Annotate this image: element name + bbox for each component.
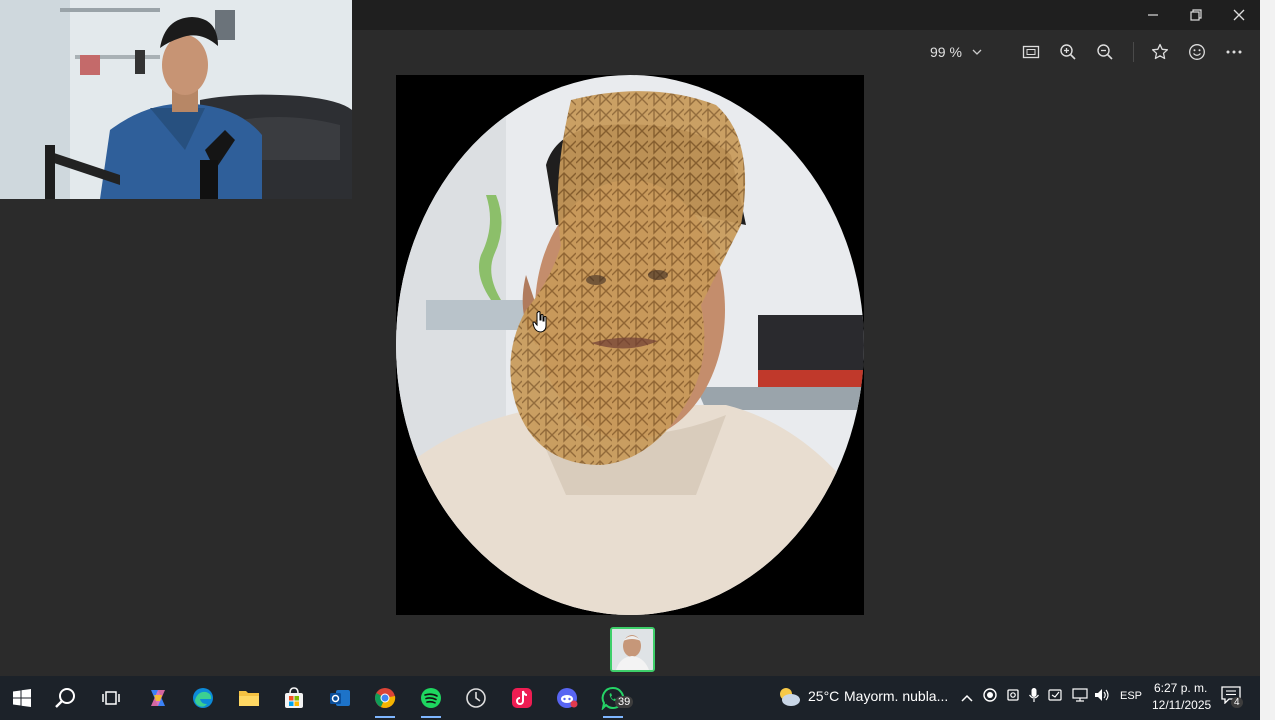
microphone-in-use-indicator[interactable]: [1028, 687, 1040, 708]
favorite-star-icon: [1151, 43, 1169, 60]
weather-widget-icon-button[interactable]: [776, 684, 802, 710]
clock-app-button[interactable]: [454, 676, 498, 720]
whatsapp-unread-badge: 39: [615, 696, 634, 708]
thumbnail-image: [612, 629, 653, 670]
task-view-button[interactable]: [89, 676, 133, 720]
chevron-down-icon: [972, 49, 982, 55]
microsoft-store-button[interactable]: [272, 676, 316, 720]
minimize-icon: [1148, 14, 1158, 16]
partly-cloudy-icon: [780, 688, 800, 706]
file-explorer-icon: [239, 691, 259, 706]
meet-now-button[interactable]: [1048, 688, 1064, 707]
chevron-up-icon: [961, 694, 973, 702]
file-explorer-button[interactable]: [227, 676, 271, 720]
zoom-dropdown[interactable]: 99 %: [930, 42, 982, 62]
spotify-button[interactable]: [409, 676, 453, 720]
input-language[interactable]: ESP: [1120, 690, 1142, 702]
clock-date[interactable]: 12/11/2025: [1152, 698, 1211, 712]
restore-icon: [1190, 9, 1202, 21]
network-button[interactable]: [1072, 688, 1088, 707]
more-options-icon: [1226, 50, 1242, 54]
windows-start-icon: [13, 689, 31, 707]
zoom-out-icon: [1097, 44, 1113, 60]
outlook-icon: [330, 690, 350, 706]
copilot-button[interactable]: [136, 676, 180, 720]
toolbar-divider: [1133, 42, 1134, 62]
search-button[interactable]: [44, 676, 88, 720]
hand-cursor-icon: [532, 311, 547, 333]
search-icon: [55, 688, 75, 708]
microsoft-store-icon: [285, 687, 303, 708]
microphone-icon: [1029, 688, 1039, 702]
discord-button[interactable]: [545, 676, 589, 720]
clock-time[interactable]: 6:27 p. m.: [1154, 681, 1207, 695]
fit-to-window-button[interactable]: [1018, 40, 1044, 64]
zoom-in-button[interactable]: [1055, 40, 1081, 64]
close-button[interactable]: [1219, 0, 1259, 30]
volume-icon: [1095, 689, 1109, 701]
show-hidden-icons-button[interactable]: [960, 690, 974, 708]
clock-app-icon: [466, 688, 486, 708]
notification-count-badge: 4: [1231, 697, 1243, 708]
webcam-feed-image: [0, 0, 352, 199]
webcam-overlay: [0, 0, 352, 199]
tiktok-icon: [512, 688, 532, 708]
weather-temperature[interactable]: 25°C: [808, 688, 839, 704]
camera-icon: [1007, 689, 1019, 701]
screen-right-edge: [1260, 0, 1275, 720]
zoom-level: 99 %: [930, 44, 962, 60]
zoom-out-button[interactable]: [1092, 40, 1118, 64]
volume-button[interactable]: [1094, 688, 1110, 707]
emoji-react-button[interactable]: [1184, 40, 1210, 64]
edited-peanut-face-photo: [396, 75, 864, 615]
zoom-in-icon: [1060, 44, 1076, 60]
spotify-icon: [421, 688, 441, 708]
photo-thumbnail[interactable]: [610, 627, 655, 672]
more-options-button[interactable]: [1221, 40, 1247, 64]
viewer-toolbar: [352, 30, 1260, 74]
discord-icon: [557, 688, 578, 708]
restore-button[interactable]: [1176, 0, 1216, 30]
meet-now-icon: [1048, 689, 1062, 701]
chrome-button[interactable]: [363, 676, 407, 720]
copilot-icon: [151, 690, 165, 706]
minimize-button[interactable]: [1133, 0, 1173, 30]
main-photo[interactable]: [396, 75, 864, 615]
record-indicator[interactable]: [983, 688, 997, 707]
task-view-icon: [102, 691, 120, 705]
close-icon: [1233, 9, 1245, 21]
camera-in-use-indicator[interactable]: [1006, 688, 1020, 707]
favorite-button[interactable]: [1147, 40, 1173, 64]
network-icon: [1072, 688, 1088, 702]
edge-icon: [193, 688, 213, 708]
edge-button[interactable]: [181, 676, 225, 720]
start-button[interactable]: [0, 676, 44, 720]
chrome-icon: [375, 688, 396, 708]
emoji-react-icon: [1189, 44, 1205, 60]
fit-to-window-icon: [1022, 45, 1040, 59]
outlook-button[interactable]: [318, 676, 362, 720]
weather-description[interactable]: Mayorm. nubla...: [844, 688, 948, 704]
tiktok-button[interactable]: [500, 676, 544, 720]
record-icon: [983, 688, 997, 702]
